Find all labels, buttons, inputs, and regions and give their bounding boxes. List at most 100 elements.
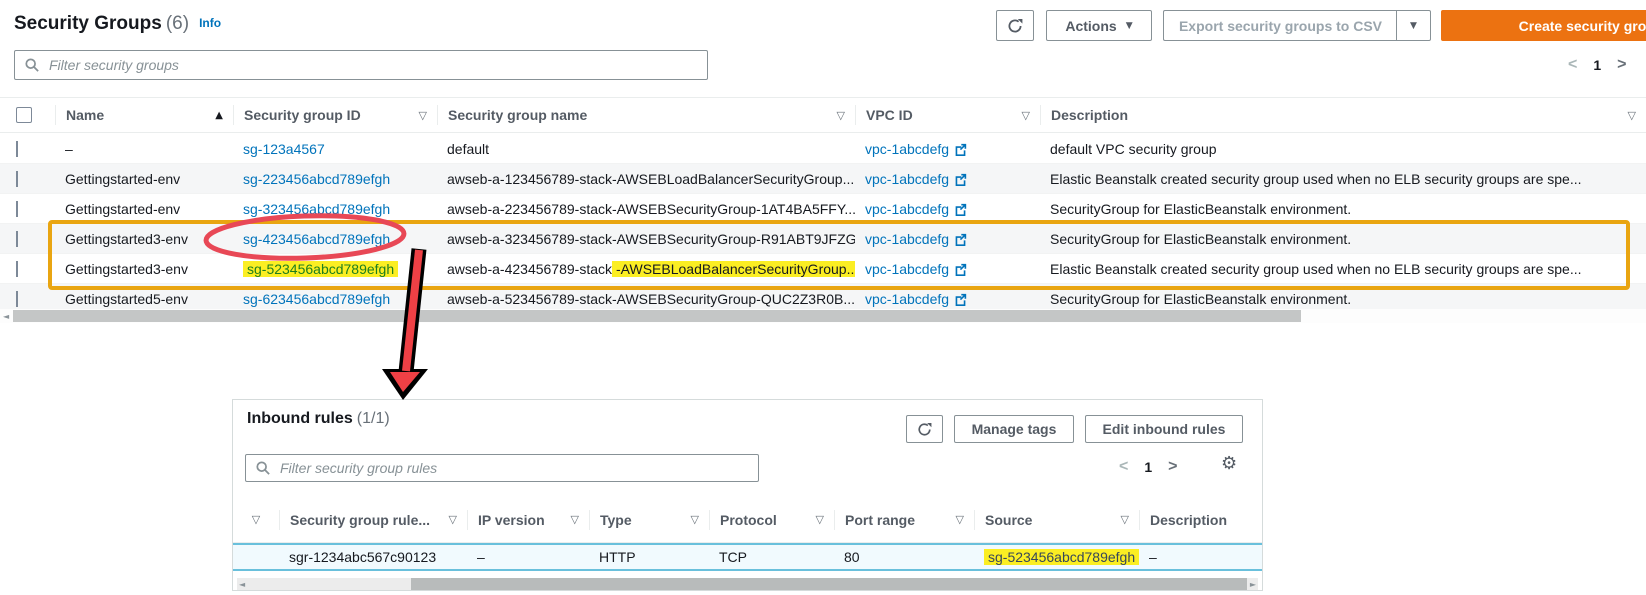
- vpc-id-link[interactable]: vpc-1abcdefg: [865, 231, 949, 247]
- select-all-cell: [0, 105, 55, 125]
- col-type[interactable]: Type▽: [589, 510, 709, 530]
- sg-group-name: awseb-a-323456789-stack-AWSEBSecurityGro…: [437, 231, 855, 247]
- filter-icon[interactable]: ▽: [449, 513, 457, 526]
- filter-icon[interactable]: ▽: [252, 513, 260, 526]
- edit-inbound-rules-button[interactable]: Edit inbound rules: [1085, 415, 1243, 443]
- col-filter[interactable]: ▽: [233, 510, 279, 530]
- sg-description: default VPC security group: [1040, 141, 1646, 157]
- actions-label: Actions: [1065, 18, 1116, 34]
- sg-table-body: – sg-123a4567 default vpc-1abcdefg defau…: [0, 134, 1646, 314]
- vpc-id-link[interactable]: vpc-1abcdefg: [865, 201, 949, 217]
- filter-security-groups-input[interactable]: [14, 50, 708, 80]
- row-checkbox[interactable]: [16, 141, 18, 157]
- sg-group-name: awseb-a-223456789-stack-AWSEBSecurityGro…: [437, 201, 855, 217]
- table-row[interactable]: Gettingstarted-env sg-223456abcd789efgh …: [0, 164, 1646, 194]
- rule-type: HTTP: [589, 549, 709, 565]
- sg-name: Gettingstarted3-env: [55, 231, 233, 247]
- filter-icon[interactable]: ▽: [1022, 109, 1030, 122]
- scroll-left-icon[interactable]: ◄: [3, 312, 9, 321]
- security-groups-filter: [14, 50, 708, 80]
- sg-id-link[interactable]: sg-123a4567: [243, 141, 325, 157]
- filter-icon[interactable]: ▽: [1121, 513, 1129, 526]
- col-protocol[interactable]: Protocol▽: [709, 510, 834, 530]
- filter-icon[interactable]: ▽: [419, 109, 427, 122]
- create-security-group-label: Create security group: [1519, 18, 1646, 34]
- filter-icon[interactable]: ▽: [1628, 109, 1636, 122]
- scroll-right-icon[interactable]: ►: [1250, 580, 1256, 589]
- gear-icon[interactable]: ⚙: [1221, 453, 1237, 474]
- previous-page-icon[interactable]: <: [1568, 57, 1577, 73]
- sg-id-link[interactable]: sg-423456abcd789efgh: [243, 231, 390, 247]
- col-name[interactable]: Name▲: [55, 105, 233, 125]
- col-vpc-id[interactable]: VPC ID▽: [855, 105, 1040, 125]
- external-link-icon[interactable]: [954, 263, 967, 276]
- external-link-icon[interactable]: [954, 233, 967, 246]
- external-link-icon[interactable]: [954, 143, 967, 156]
- row-checkbox[interactable]: [16, 171, 18, 187]
- filter-icon[interactable]: ▽: [956, 513, 964, 526]
- sg-name: Gettingstarted-env: [55, 201, 233, 217]
- filter-icon[interactable]: ▽: [691, 513, 699, 526]
- previous-page-icon[interactable]: <: [1119, 459, 1128, 475]
- col-ip-version[interactable]: IP version▽: [467, 510, 589, 530]
- refresh-button[interactable]: [996, 10, 1034, 41]
- actions-button[interactable]: Actions ▼: [1046, 10, 1152, 41]
- sg-table-horizontal-scrollbar[interactable]: ◄: [0, 309, 1646, 323]
- chevron-down-icon: ▼: [1126, 21, 1133, 31]
- row-checkbox[interactable]: [16, 201, 18, 217]
- filter-icon[interactable]: ▽: [571, 513, 579, 526]
- table-row[interactable]: – sg-123a4567 default vpc-1abcdefg defau…: [0, 134, 1646, 164]
- inbound-rules-title: Inbound rules(1/1): [247, 410, 390, 428]
- sg-id-link[interactable]: sg-323456abcd789efgh: [243, 201, 390, 217]
- inbound-rule-row-selected[interactable]: sgr-1234abc567c90123 – HTTP TCP 80 sg-52…: [233, 543, 1262, 571]
- inbound-horizontal-scrollbar[interactable]: ◄ ►: [237, 578, 1258, 590]
- col-sg-name[interactable]: Security group name▽: [437, 105, 855, 125]
- inbound-filter: [245, 454, 759, 482]
- row-checkbox[interactable]: [16, 291, 18, 307]
- scroll-left-icon[interactable]: ◄: [239, 580, 245, 589]
- export-csv-dropdown-button[interactable]: ▼: [1396, 10, 1431, 41]
- export-csv-button[interactable]: Export security groups to CSV: [1163, 10, 1397, 41]
- manage-tags-label: Manage tags: [972, 421, 1057, 437]
- current-page[interactable]: 1: [1593, 57, 1601, 73]
- sg-id-link[interactable]: sg-223456abcd789efgh: [243, 171, 390, 187]
- info-link[interactable]: Info: [199, 16, 221, 30]
- table-row[interactable]: Gettingstarted3-env sg-423456abcd789efgh…: [0, 224, 1646, 254]
- vpc-id-link[interactable]: vpc-1abcdefg: [865, 141, 949, 157]
- manage-tags-button[interactable]: Manage tags: [954, 415, 1074, 443]
- table-row[interactable]: Gettingstarted3-env sg-523456abcd789efgh…: [0, 254, 1646, 284]
- current-page[interactable]: 1: [1144, 459, 1152, 475]
- next-page-icon[interactable]: >: [1617, 57, 1626, 73]
- vpc-id-link[interactable]: vpc-1abcdefg: [865, 261, 949, 277]
- external-link-icon[interactable]: [954, 203, 967, 216]
- vpc-id-link[interactable]: vpc-1abcdefg: [865, 171, 949, 187]
- table-row[interactable]: Gettingstarted-env sg-323456abcd789efgh …: [0, 194, 1646, 224]
- filter-security-group-rules-input[interactable]: [245, 454, 759, 482]
- vpc-id-link[interactable]: vpc-1abcdefg: [865, 291, 949, 307]
- scrollbar-thumb[interactable]: [13, 310, 1301, 322]
- col-source[interactable]: Source▽: [974, 510, 1139, 530]
- select-all-checkbox[interactable]: [16, 107, 32, 123]
- external-link-icon[interactable]: [954, 173, 967, 186]
- col-port-range[interactable]: Port range▽: [834, 510, 974, 530]
- external-link-icon[interactable]: [954, 293, 967, 306]
- sg-id-link[interactable]: sg-623456abcd789efgh: [243, 291, 390, 307]
- col-rule-id[interactable]: Security group rule...▽: [279, 510, 467, 530]
- arrow-annotation-head: [390, 372, 420, 392]
- col-sg-id[interactable]: Security group ID▽: [233, 105, 437, 125]
- col-description[interactable]: Description: [1139, 510, 1262, 530]
- sg-pagination: < 1 >: [1568, 54, 1626, 76]
- inbound-refresh-button[interactable]: [906, 415, 943, 443]
- row-checkbox[interactable]: [16, 231, 18, 247]
- create-security-group-button[interactable]: Create security group: [1441, 10, 1646, 41]
- filter-icon[interactable]: ▽: [816, 513, 824, 526]
- row-checkbox[interactable]: [16, 261, 18, 277]
- sg-description: SecurityGroup for ElasticBeanstalk envir…: [1040, 231, 1646, 247]
- sg-id-link-highlighted[interactable]: sg-523456abcd789efgh: [243, 261, 398, 277]
- scrollbar-thumb[interactable]: [411, 578, 1247, 590]
- next-page-icon[interactable]: >: [1168, 459, 1177, 475]
- sg-name: –: [55, 141, 233, 157]
- filter-icon[interactable]: ▽: [837, 109, 845, 122]
- col-description[interactable]: Description▽: [1040, 105, 1646, 125]
- rule-source-highlight[interactable]: sg-523456abcd789efgh: [984, 549, 1139, 565]
